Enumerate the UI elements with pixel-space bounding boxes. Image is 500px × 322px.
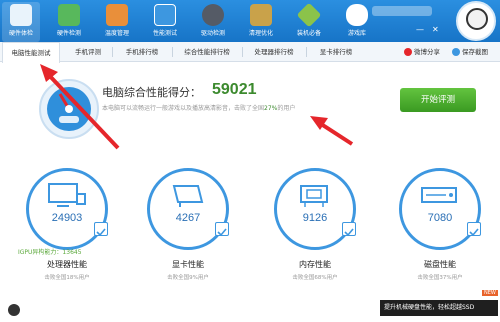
gamepad-icon: [346, 4, 368, 26]
toolbar-label: 硬件检测: [56, 30, 81, 37]
memory-chip-icon: [300, 185, 328, 207]
disk-card: 7080 磁盘性能 击败全国37%用户: [385, 160, 495, 310]
total-score: 59021: [212, 81, 257, 98]
tab-bar: 电脑性能测试 手机评测 手机排行榜 综合性能排行榜 处理器排行榜 显卡排行榜 微…: [0, 42, 500, 63]
toolbar-performance-test[interactable]: 性能测试: [146, 2, 184, 42]
hard-disk-icon: [421, 187, 457, 203]
gpu-card: 4267 显卡性能 击败全国9%用户: [133, 160, 243, 310]
tab-gpu-ranking[interactable]: 显卡排行榜: [310, 42, 362, 62]
toolbar-label: 驱动检测: [200, 30, 225, 37]
checkmark-icon: [217, 228, 227, 237]
toolbar-driver-detect[interactable]: 驱动检测: [194, 2, 232, 42]
checkmark-icon: [96, 228, 106, 237]
broom-icon: [250, 4, 272, 26]
score-title: 电脑综合性能得分：: [102, 86, 201, 99]
save-screenshot-button[interactable]: 保存截图: [452, 42, 488, 62]
close-icon[interactable]: ✕: [432, 26, 440, 34]
toolbar-label: 性能测试: [152, 30, 177, 37]
memory-checkbox[interactable]: [342, 222, 356, 237]
weibo-share-label: 微博分享: [414, 48, 440, 56]
cube-icon: [296, 2, 322, 28]
disk-checkbox[interactable]: [467, 222, 481, 237]
tab-phone-ranking[interactable]: 手机排行榜: [116, 42, 168, 62]
gpu-percentile: 击败全国9%用户: [167, 275, 209, 281]
score-desc-suffix: 的用户: [277, 105, 296, 112]
ssd-promo-banner[interactable]: 提升机械硬盘性能，轻松超越SSD: [380, 300, 498, 316]
tab-divider: [306, 47, 307, 57]
disk-percentile: 击败全国37%用户: [417, 275, 463, 281]
performance-gauge-icon: [39, 79, 99, 139]
toolbar-label: 硬件体检: [8, 30, 33, 37]
memory-label: 内存性能: [299, 260, 331, 269]
checkmark-icon: [469, 228, 479, 237]
cpu-checkbox[interactable]: [94, 222, 108, 237]
gpu-checkbox[interactable]: [215, 222, 229, 237]
monitor-icon: [10, 4, 32, 26]
camera-icon: [452, 48, 460, 56]
toolbar-essentials[interactable]: 装机必备: [290, 2, 328, 42]
checkmark-icon: [344, 228, 354, 237]
igpu-capability: IGPU异构能力：13645: [18, 249, 82, 256]
toolbar-label: 清理优化: [248, 30, 273, 37]
chip-icon: [58, 4, 80, 26]
tab-divider: [112, 47, 113, 57]
tab-overall-ranking[interactable]: 综合性能排行榜: [176, 42, 238, 62]
beat-percent: 27%: [264, 105, 278, 112]
cpu-percentile: 击败全国18%用户: [44, 275, 90, 281]
cpu-label: 处理器性能: [47, 260, 87, 269]
save-screenshot-label: 保存截图: [462, 48, 488, 56]
memory-percentile: 击败全国68%用户: [292, 275, 338, 281]
score-description: 本电脑可以流畅运行一般游戏以及播放高清影音，击败了全国27%的用户: [102, 103, 295, 112]
memory-card: 9126 内存性能 击败全国68%用户: [260, 160, 370, 310]
toolbar-label: 温度管理: [104, 30, 129, 37]
tab-divider: [172, 47, 173, 57]
driver-icon: [202, 4, 224, 26]
start-benchmark-button[interactable]: 开始评测: [400, 88, 476, 112]
weibo-share-button[interactable]: 微博分享: [404, 42, 440, 62]
tab-cpu-ranking[interactable]: 处理器排行榜: [246, 42, 302, 62]
top-toolbar: 硬件体检 硬件检测 温度管理 性能测试 驱动检测 清理优化 装机必备 游戏库 —…: [0, 0, 500, 42]
toolbar-hardware-detect[interactable]: 硬件检测: [50, 2, 88, 42]
gpu-label: 显卡性能: [172, 260, 204, 269]
thermometer-icon: [106, 4, 128, 26]
weibo-icon: [404, 48, 412, 56]
toolbar-label: 装机必备: [296, 30, 321, 37]
toolbar-temperature[interactable]: 温度管理: [98, 2, 136, 42]
avatar[interactable]: [456, 1, 496, 41]
blurred-username: [372, 6, 432, 16]
toolbar-cleanup[interactable]: 清理优化: [242, 2, 280, 42]
tab-divider: [242, 47, 243, 57]
arrow-to-percent-icon: [310, 116, 354, 146]
avatar-face-icon: [466, 8, 488, 30]
speedometer-icon: [154, 4, 176, 26]
monitor-icon: [48, 183, 86, 207]
disk-label: 磁盘性能: [424, 260, 456, 269]
toolbar-game-library[interactable]: 游戏库: [338, 2, 376, 42]
toolbar-label: 游戏库: [347, 30, 366, 37]
toolbar-hardware-checkup[interactable]: 硬件体检: [2, 2, 40, 42]
cpu-card: 24903 处理器性能 击败全国18%用户: [12, 160, 122, 310]
app-logo-icon: [8, 304, 20, 316]
graphics-card-icon: [172, 185, 204, 207]
minimize-icon[interactable]: —: [416, 26, 424, 34]
tab-pc-performance[interactable]: 电脑性能测试: [2, 42, 60, 63]
score-desc-text: 本电脑可以流畅运行一般游戏以及播放高清影音，击败了全国: [102, 105, 265, 112]
new-badge: NEW: [482, 290, 498, 296]
tab-phone-review[interactable]: 手机评测: [66, 42, 110, 62]
